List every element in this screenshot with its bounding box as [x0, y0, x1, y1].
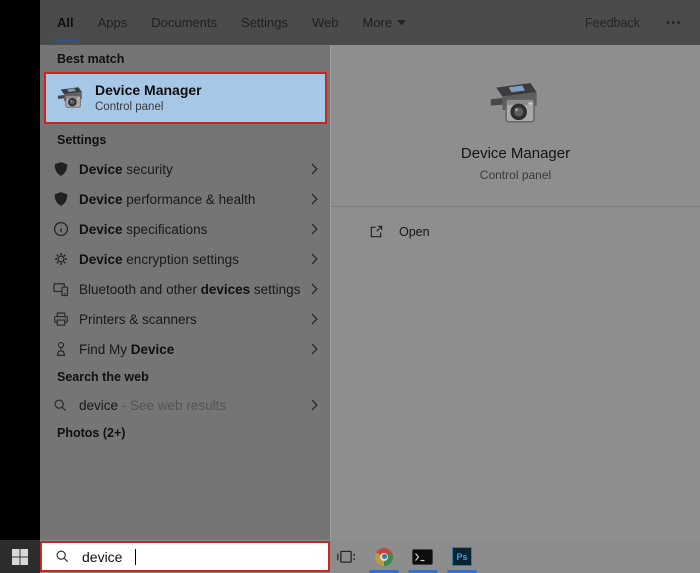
web-result-device[interactable]: device - See web results [40, 390, 330, 420]
result-device-encryption-settings[interactable]: Device encryption settings [40, 244, 330, 274]
result-find-my-device[interactable]: Find My Device [40, 334, 330, 364]
search-web-section-header: Search the web [57, 370, 149, 384]
open-external-icon [369, 224, 384, 239]
search-icon [55, 549, 70, 564]
location-pin-icon [52, 341, 69, 358]
search-icon [52, 397, 69, 414]
results-column: Best match Device Manager Control panel … [40, 45, 330, 540]
preview-subtitle: Control panel [479, 168, 552, 182]
chevron-right-icon [311, 399, 318, 411]
more-options-button[interactable]: ••• [666, 17, 682, 29]
task-view-button[interactable] [336, 540, 356, 573]
windows-logo-icon [12, 548, 28, 565]
search-results-panel: Best match Device Manager Control panel … [40, 45, 700, 540]
text-cursor [135, 548, 137, 565]
result-label: Device security [79, 161, 173, 177]
device-manager-icon [56, 83, 86, 113]
result-label: Printers & scanners [79, 311, 197, 327]
shield-icon [52, 161, 69, 178]
result-bluetooth-devices-settings[interactable]: Bluetooth and other devices settings [40, 274, 330, 304]
tab-web[interactable]: Web [312, 0, 339, 45]
chevron-right-icon [311, 163, 318, 175]
result-label: Bluetooth and other devices settings [79, 281, 301, 297]
tab-settings[interactable]: Settings [241, 0, 288, 45]
chevron-right-icon [311, 253, 318, 265]
search-filter-tabbar: All Apps Documents Settings Web More Fee… [40, 0, 700, 45]
taskbar-icons: Ps [336, 540, 472, 573]
settings-section-header: Settings [57, 133, 107, 147]
result-label: Find My Device [79, 341, 175, 357]
preview-title: Device Manager [460, 145, 571, 162]
photoshop-button[interactable]: Ps [452, 540, 472, 573]
open-button-label: Open [399, 224, 430, 239]
result-label: Device specifications [79, 221, 208, 237]
web-result-label: device - See web results [79, 397, 227, 413]
tab-more[interactable]: More [363, 0, 407, 45]
result-device-performance-health[interactable]: Device performance & health [40, 184, 330, 214]
result-printers-scanners[interactable]: Printers & scanners [40, 304, 330, 334]
open-button[interactable]: Open [331, 207, 700, 239]
search-input-value: device [82, 548, 123, 565]
photoshop-icon: Ps [452, 547, 472, 566]
best-match-title: Device Manager [95, 81, 202, 98]
chevron-right-icon [311, 343, 318, 355]
task-view-icon [336, 550, 356, 564]
chevron-right-icon [311, 223, 318, 235]
taskbar: device Ps [0, 540, 700, 573]
devices-icon [52, 281, 69, 298]
shield-icon [52, 191, 69, 208]
terminal-button[interactable] [412, 540, 433, 573]
best-match-subtitle: Control panel [95, 100, 164, 113]
chevron-right-icon [311, 193, 318, 205]
result-device-security[interactable]: Device security [40, 154, 330, 184]
best-match-header: Best match [57, 52, 125, 66]
best-match-item[interactable]: Device Manager Control panel [44, 72, 327, 124]
tab-apps[interactable]: Apps [98, 0, 128, 45]
best-match-text: Device Manager Control panel [95, 82, 202, 115]
chrome-button[interactable] [375, 540, 393, 573]
photos-section-header: Photos (2+) [57, 426, 126, 440]
preview-pane: Device Manager Control panel Open [330, 45, 700, 540]
chevron-right-icon [311, 283, 318, 295]
info-icon [52, 221, 69, 238]
printer-icon [52, 311, 69, 328]
result-label: Device performance & health [79, 191, 256, 207]
search-input[interactable]: device [40, 541, 330, 572]
chevron-right-icon [311, 313, 318, 325]
feedback-link[interactable]: Feedback [585, 16, 640, 30]
start-button[interactable] [0, 540, 40, 573]
windows-search-flyout: All Apps Documents Settings Web More Fee… [0, 0, 700, 573]
gear-icon [52, 251, 69, 268]
chevron-down-icon [397, 19, 407, 26]
chrome-icon [375, 547, 393, 566]
result-device-specifications[interactable]: Device specifications [40, 214, 330, 244]
tab-documents[interactable]: Documents [151, 0, 217, 45]
result-label: Device encryption settings [79, 251, 239, 267]
device-manager-icon-large [487, 75, 545, 129]
tab-all[interactable]: All [54, 0, 77, 45]
terminal-icon [412, 548, 433, 565]
